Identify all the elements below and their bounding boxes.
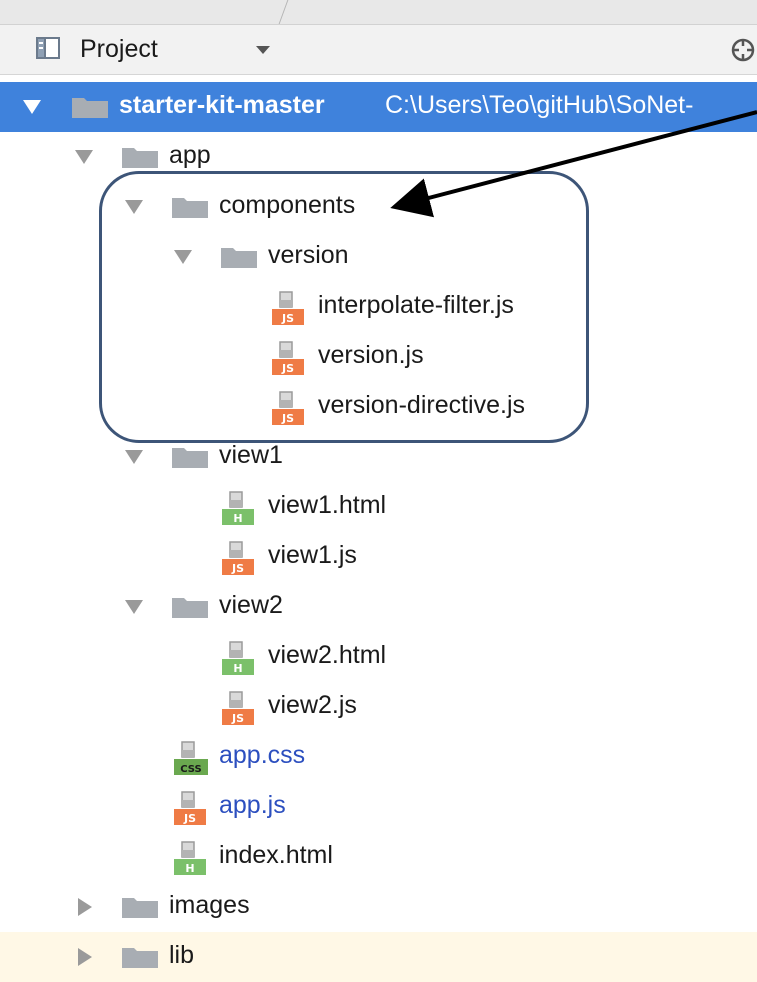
expand-arrow-icon[interactable] xyxy=(78,948,92,966)
tree-node-view1[interactable]: view1 xyxy=(0,432,757,482)
tree-node-label: version.js xyxy=(318,341,424,369)
collapse-arrow-icon[interactable] xyxy=(75,150,93,164)
svg-text:CSS: CSS xyxy=(180,764,201,775)
tree-node-view1-html[interactable]: H view1.html xyxy=(0,482,757,532)
svg-text:JS: JS xyxy=(281,362,294,375)
folder-icon xyxy=(172,448,208,468)
tree-node-index-html[interactable]: H index.html xyxy=(0,832,757,882)
tree-node-lib[interactable]: lib xyxy=(0,932,757,982)
svg-text:JS: JS xyxy=(281,312,294,325)
tree-node-label: view1.html xyxy=(268,491,387,519)
tree-node-label: view1 xyxy=(219,441,283,469)
project-panel-header: Project xyxy=(0,25,757,75)
tree-node-label: app xyxy=(169,141,211,169)
js-file-icon: JS xyxy=(220,541,256,577)
expand-arrow-icon[interactable] xyxy=(78,898,92,916)
svg-text:JS: JS xyxy=(281,412,294,425)
panel-title[interactable]: Project xyxy=(80,35,158,64)
tree-node-label: lib xyxy=(169,941,195,969)
tree-node-label: index.html xyxy=(219,841,333,869)
tree-node-view1-js[interactable]: JS view1.js xyxy=(0,532,757,582)
tree-node-label: images xyxy=(169,891,250,919)
tree-node-view2[interactable]: view2 xyxy=(0,582,757,632)
folder-icon xyxy=(172,598,208,618)
tree-node-view2-js[interactable]: JS view2.js xyxy=(0,682,757,732)
tree-node-label: app.js xyxy=(219,791,286,819)
collapse-arrow-icon[interactable] xyxy=(125,600,143,614)
html-file-icon: H xyxy=(172,841,208,877)
folder-icon xyxy=(172,198,208,218)
js-file-icon: JS xyxy=(172,791,208,827)
tree-node-label: version-directive.js xyxy=(318,391,526,419)
js-file-icon: JS xyxy=(270,341,306,377)
tree-node-interpolate-filter-js[interactable]: JS interpolate-filter.js xyxy=(0,282,757,332)
collapse-arrow-icon[interactable] xyxy=(125,200,143,214)
folder-icon xyxy=(122,898,158,918)
js-file-icon: JS xyxy=(220,691,256,727)
tree-node-label: app.css xyxy=(219,741,306,769)
html-file-icon: H xyxy=(220,491,256,527)
svg-text:JS: JS xyxy=(231,562,244,575)
tree-node-version-js[interactable]: JS version.js xyxy=(0,332,757,382)
folder-icon xyxy=(122,948,158,968)
folder-icon xyxy=(72,98,108,118)
project-panel-icon xyxy=(36,37,60,59)
tree-node-app-css[interactable]: CSS app.css xyxy=(0,732,757,782)
tree-node-version[interactable]: version xyxy=(0,232,757,282)
view-mode-dropdown-icon[interactable] xyxy=(256,46,270,54)
tree-node-label: view2 xyxy=(219,591,283,619)
folder-icon xyxy=(122,148,158,168)
html-file-icon: H xyxy=(220,641,256,677)
tree-node-label: view1.js xyxy=(268,541,357,569)
collapse-arrow-icon[interactable] xyxy=(23,100,41,114)
folder-icon xyxy=(221,248,257,268)
css-file-icon: CSS xyxy=(172,741,208,777)
tree-node-view2-html[interactable]: H view2.html xyxy=(0,632,757,682)
tree-node-label: view2.html xyxy=(268,641,387,669)
project-tree: starter-kit-master C:\Users\Teo\gitHub\S… xyxy=(0,75,757,982)
editor-tab-strip xyxy=(0,0,757,25)
project-path: C:\Users\Teo\gitHub\SoNet- xyxy=(385,91,694,119)
collapse-arrow-icon[interactable] xyxy=(174,250,192,264)
tree-node-images[interactable]: images xyxy=(0,882,757,932)
svg-text:H: H xyxy=(233,662,242,675)
tree-node-root[interactable]: starter-kit-master C:\Users\Teo\gitHub\S… xyxy=(0,82,757,132)
tree-node-components[interactable]: components xyxy=(0,182,757,232)
svg-text:JS: JS xyxy=(183,812,196,825)
svg-text:H: H xyxy=(185,862,194,875)
tree-node-app-js[interactable]: JS app.js xyxy=(0,782,757,832)
svg-text:H: H xyxy=(233,512,242,525)
tab-divider xyxy=(278,0,299,24)
js-file-icon: JS xyxy=(270,291,306,327)
tree-node-label: view2.js xyxy=(268,691,357,719)
js-file-icon: JS xyxy=(270,391,306,427)
tree-node-label: components xyxy=(219,191,356,219)
tree-node-version-directive-js[interactable]: JS version-directive.js xyxy=(0,382,757,432)
tree-node-label: version xyxy=(268,241,349,269)
tree-node-label: starter-kit-master xyxy=(119,91,325,119)
locate-crosshair-icon[interactable] xyxy=(730,37,756,63)
tree-node-app[interactable]: app xyxy=(0,132,757,182)
tree-node-label: interpolate-filter.js xyxy=(318,291,514,319)
collapse-arrow-icon[interactable] xyxy=(125,450,143,464)
svg-text:JS: JS xyxy=(231,712,244,725)
